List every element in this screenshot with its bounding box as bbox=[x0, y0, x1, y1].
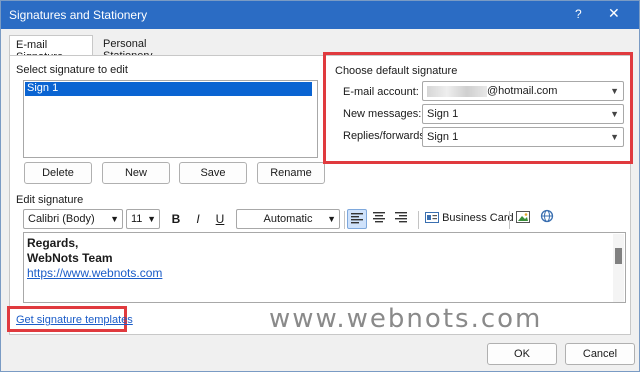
font-color-value: Automatic bbox=[263, 213, 313, 225]
replies-forwards-value: Sign 1 bbox=[427, 131, 459, 143]
help-icon[interactable]: ? bbox=[575, 7, 582, 21]
cancel-button[interactable]: Cancel bbox=[565, 343, 635, 365]
signature-line: WebNots Team bbox=[27, 251, 113, 265]
font-family-dropdown[interactable]: Calibri (Body) ▼ bbox=[23, 209, 123, 229]
save-button[interactable]: Save bbox=[179, 162, 247, 184]
rename-button[interactable]: Rename bbox=[257, 162, 325, 184]
signatures-dialog: Signatures and Stationery ? ✕ E-mail Sig… bbox=[0, 0, 640, 372]
chevron-down-icon: ▼ bbox=[610, 86, 619, 96]
redacted-address bbox=[427, 86, 487, 97]
editor-scrollbar[interactable] bbox=[613, 234, 624, 302]
signature-link[interactable]: https://www.webnots.com bbox=[27, 266, 162, 280]
chevron-down-icon: ▼ bbox=[147, 214, 156, 224]
chevron-down-icon: ▼ bbox=[110, 214, 119, 224]
get-signature-templates-link[interactable]: Get signature templates bbox=[16, 314, 133, 326]
signature-line: Regards, bbox=[27, 236, 79, 250]
insert-picture-button[interactable] bbox=[513, 209, 533, 229]
new-messages-dropdown[interactable]: Sign 1 ▼ bbox=[422, 104, 624, 124]
business-card-icon bbox=[425, 212, 439, 223]
hyperlink-icon bbox=[540, 209, 554, 223]
align-center-button[interactable] bbox=[369, 209, 389, 229]
watermark-text: www.webnots.com bbox=[269, 304, 543, 334]
new-button[interactable]: New bbox=[102, 162, 170, 184]
email-account-value: @hotmail.com bbox=[487, 85, 558, 97]
chevron-down-icon: ▼ bbox=[610, 109, 619, 119]
scrollbar-thumb[interactable] bbox=[615, 248, 622, 264]
align-left-button[interactable] bbox=[347, 209, 367, 229]
font-size-dropdown[interactable]: 11 ▼ bbox=[126, 209, 160, 229]
replies-forwards-dropdown[interactable]: Sign 1 ▼ bbox=[422, 127, 624, 147]
email-account-dropdown[interactable]: @hotmail.com ▼ bbox=[422, 81, 624, 101]
ok-button[interactable]: OK bbox=[487, 343, 557, 365]
insert-hyperlink-button[interactable] bbox=[537, 209, 557, 229]
align-right-button[interactable] bbox=[391, 209, 411, 229]
chevron-down-icon: ▼ bbox=[327, 214, 336, 224]
font-color-dropdown[interactable]: Automatic ▼ bbox=[236, 209, 340, 229]
picture-icon bbox=[516, 211, 530, 223]
signature-list[interactable]: Sign 1 bbox=[23, 80, 318, 158]
signature-editor[interactable]: Regards, WebNots Team https://www.webnot… bbox=[23, 232, 626, 303]
select-signature-label: Select signature to edit bbox=[16, 64, 128, 76]
email-account-label: E-mail account: bbox=[343, 86, 419, 98]
italic-button[interactable]: I bbox=[188, 209, 208, 229]
business-card-label: Business Card bbox=[442, 212, 514, 224]
replies-forwards-label: Replies/forwards: bbox=[343, 130, 428, 142]
new-messages-value: Sign 1 bbox=[427, 108, 459, 120]
align-left-icon bbox=[351, 213, 363, 224]
business-card-button[interactable]: Business Card bbox=[425, 212, 514, 224]
font-family-value: Calibri (Body) bbox=[28, 213, 95, 225]
align-center-icon bbox=[373, 212, 385, 223]
tab-email-signature[interactable]: E-mail Signature bbox=[9, 35, 93, 63]
toolbar-divider bbox=[418, 211, 419, 229]
underline-button[interactable]: U bbox=[210, 209, 230, 229]
new-messages-label: New messages: bbox=[343, 108, 422, 120]
close-icon[interactable]: ✕ bbox=[608, 5, 620, 22]
bold-button[interactable]: B bbox=[166, 209, 186, 229]
delete-button[interactable]: Delete bbox=[24, 162, 92, 184]
title-bar: Signatures and Stationery ? ✕ bbox=[1, 1, 639, 29]
chevron-down-icon: ▼ bbox=[610, 132, 619, 142]
font-size-value: 11 bbox=[131, 213, 143, 225]
align-right-icon bbox=[395, 212, 407, 223]
toolbar-divider bbox=[509, 211, 510, 229]
toolbar-divider bbox=[344, 211, 345, 229]
list-item[interactable]: Sign 1 bbox=[25, 82, 312, 96]
default-signature-heading: Choose default signature bbox=[335, 65, 458, 77]
tab-personal-stationery[interactable]: Personal Stationery bbox=[97, 35, 189, 62]
edit-signature-label: Edit signature bbox=[16, 194, 84, 206]
dialog-title: Signatures and Stationery bbox=[9, 8, 148, 22]
